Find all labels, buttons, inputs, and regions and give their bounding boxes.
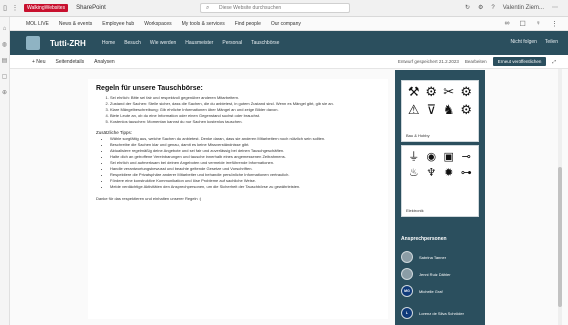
news-icon[interactable]: ▤ xyxy=(0,57,9,64)
warning-icon: ⚠ xyxy=(407,103,420,118)
avatar: L xyxy=(401,307,413,319)
user-name[interactable]: Valentin Ziem... xyxy=(503,5,544,11)
home-icon[interactable]: ⌂ xyxy=(0,26,9,32)
bulb-icon: ♨ xyxy=(408,166,419,179)
card-caption: Bau & Hobby xyxy=(406,133,430,138)
avatar xyxy=(401,268,413,280)
tip-item: Melde verdächtige Aktivitäten den Anspre… xyxy=(110,184,380,190)
globe-icon[interactable]: ◍ xyxy=(0,41,9,48)
contacts-heading: Ansprechpersonen xyxy=(401,236,447,242)
app-name[interactable]: SharePoint xyxy=(76,5,106,11)
rule-item: Kostenlos tauschen: Momentan kannst du n… xyxy=(110,119,380,125)
contact-name: Michelle Graf xyxy=(419,288,443,294)
contact-item[interactable]: L Lorenz de Silva Schröder xyxy=(401,307,464,319)
search-icon: ⌕ xyxy=(206,5,210,11)
refresh-icon[interactable]: ↻ xyxy=(465,4,470,11)
rules-list: Sei ehrlich: Bitte sei fair und respektv… xyxy=(96,95,380,125)
help-icon[interactable]: ? xyxy=(491,5,494,11)
window: ▯ ⋮ WalkingWebsites SharePoint ⌕ Diese W… xyxy=(0,0,568,325)
hubnav-item-tools[interactable]: My tools & services xyxy=(182,21,225,27)
follow-button[interactable]: Nicht folgen xyxy=(511,39,537,45)
page-canvas: Regeln für unsere Tauschbörse: Sei ehrli… xyxy=(10,69,568,325)
contact-item[interactable]: MG Michelle Graf xyxy=(401,285,443,297)
save-status: Entwurf gespeichert 21.2.2023 xyxy=(397,59,459,64)
app-rail: ⌂ ◍ ▤ ▢ ⊕ xyxy=(0,17,10,325)
share-button[interactable]: Teilen xyxy=(545,39,558,45)
site-navigation: Home Besuch Wie werden Hausmeister Perso… xyxy=(102,40,280,46)
hub-navigation: MOL LIVE News & events Employee hub Work… xyxy=(10,17,568,31)
wrench-icon: ⚒ xyxy=(407,85,420,100)
tips-list: Wähle sorgfältig aus, welche Sachen du a… xyxy=(96,136,380,190)
analytics-button[interactable]: Analysen xyxy=(94,59,115,65)
hammer-icon: ⚙ xyxy=(460,85,473,100)
more-options-icon[interactable]: ⋮ xyxy=(551,20,558,28)
waffle-icon[interactable]: ⋮ xyxy=(10,4,20,12)
file-icon[interactable]: ▢ xyxy=(0,73,9,80)
ladder-icon: ♞ xyxy=(442,103,455,118)
category-card-elektronik[interactable]: ⏚ ◉ ▣ ⊸ ♨ ♆ ✹ ⊶ Elektronik xyxy=(401,145,479,217)
cable-icon: ⊸ xyxy=(461,150,471,163)
connector-icon: ⊶ xyxy=(460,166,472,179)
tools-icon: ✂ xyxy=(443,85,455,100)
fork-icon: ♆ xyxy=(426,166,437,179)
site-nav-item-tauschboerse[interactable]: Tauschbörse xyxy=(251,40,279,46)
site-title[interactable]: Tutti-ZRH xyxy=(50,39,86,48)
right-section: ⚒ ⚙ ✂ ⚙ ⚠ ⊽ ♞ ⚙ Bau & Hobby ⏚ ◉ ▣ ⊸ ♨ ♆ … xyxy=(395,70,485,325)
category-card-bau-hobby[interactable]: ⚒ ⚙ ✂ ⚙ ⚠ ⊽ ♞ ⚙ Bau & Hobby xyxy=(401,80,479,142)
contact-item[interactable]: Jenni Ruiz Dähler xyxy=(401,268,451,280)
new-button[interactable]: + Neu xyxy=(32,59,45,65)
sun-icon: ✹ xyxy=(444,166,454,179)
hubnav-item-our-company[interactable]: Our company xyxy=(271,21,301,27)
hubnav-item-find-people[interactable]: Find people xyxy=(235,21,261,27)
republish-button[interactable]: Erneut veröffentlichen xyxy=(492,57,547,66)
hubnav-item-news[interactable]: News & events xyxy=(59,21,92,27)
hubnav-item-employee-hub[interactable]: Employee hub xyxy=(102,21,134,27)
gear-icon: ⚙ xyxy=(425,85,438,100)
target-icon: ◉ xyxy=(426,150,437,163)
page-details-button[interactable]: Seitendetails xyxy=(55,59,84,65)
search-placeholder: Diese Website durchsuchen xyxy=(219,5,282,11)
add-icon[interactable]: ⊕ xyxy=(0,89,9,96)
site-nav-item-hausmeister[interactable]: Hausmeister xyxy=(185,40,213,46)
text-webpart: Regeln für unsere Tauschbörse: Sei ehrli… xyxy=(88,79,388,319)
chat-icon[interactable]: ☐ xyxy=(519,20,525,28)
site-nav-item-wie-werden[interactable]: Wie werden xyxy=(150,40,176,46)
more-icon[interactable]: ⋯ xyxy=(552,4,558,11)
brand-logo: WalkingWebsites xyxy=(24,4,69,12)
site-nav-item-home[interactable]: Home xyxy=(102,40,115,46)
suite-bar: ▯ ⋮ WalkingWebsites SharePoint ⌕ Diese W… xyxy=(0,0,568,17)
contact-name: Sabrina Tanner xyxy=(419,254,447,260)
plug-icon: ⏚ xyxy=(408,150,420,163)
search-input[interactable]: ⌕ Diese Website durchsuchen xyxy=(200,3,350,13)
site-nav-item-personal[interactable]: Personal xyxy=(222,40,242,46)
edit-button[interactable]: Bearbeiten xyxy=(465,59,487,64)
hubnav-item-live[interactable]: MOL LIVE xyxy=(26,21,49,27)
avatar xyxy=(401,251,413,263)
settings-icon[interactable]: ⚙ xyxy=(478,4,483,11)
site-nav-item-besuch[interactable]: Besuch xyxy=(124,40,141,46)
contact-name: Jenni Ruiz Dähler xyxy=(419,271,451,277)
sidebar-toggle-icon[interactable]: ▯ xyxy=(0,4,10,12)
cog-icon: ⚙ xyxy=(460,103,473,118)
hubnav-item-workspaces[interactable]: Workspaces xyxy=(144,21,171,27)
notification-icon[interactable]: ♀ xyxy=(536,20,541,28)
scrollbar-thumb[interactable] xyxy=(558,167,562,307)
contact-name: Lorenz de Silva Schröder xyxy=(419,310,464,316)
site-header: Tutti-ZRH Home Besuch Wie werden Hausmei… xyxy=(10,31,568,55)
expand-icon[interactable]: ⤢ xyxy=(552,59,556,64)
site-logo[interactable] xyxy=(26,36,40,50)
command-bar: + Neu Seitendetails Analysen Entwurf ges… xyxy=(10,55,568,69)
tips-heading: Zusätzliche Tipps: xyxy=(96,130,133,135)
funnel-icon: ⊽ xyxy=(426,103,436,118)
avatar: MG xyxy=(401,285,413,297)
rules-heading: Regeln für unsere Tauschbörse: xyxy=(96,85,203,92)
camera-icon: ▣ xyxy=(443,150,454,163)
link-icon[interactable]: ∞ xyxy=(504,20,509,28)
contact-item[interactable]: Sabrina Tanner xyxy=(401,251,446,263)
thanks-text: Danke für das respektieren und einhalten… xyxy=(96,196,202,201)
scrollbar[interactable] xyxy=(558,69,562,325)
card-caption: Elektronik xyxy=(406,208,424,213)
